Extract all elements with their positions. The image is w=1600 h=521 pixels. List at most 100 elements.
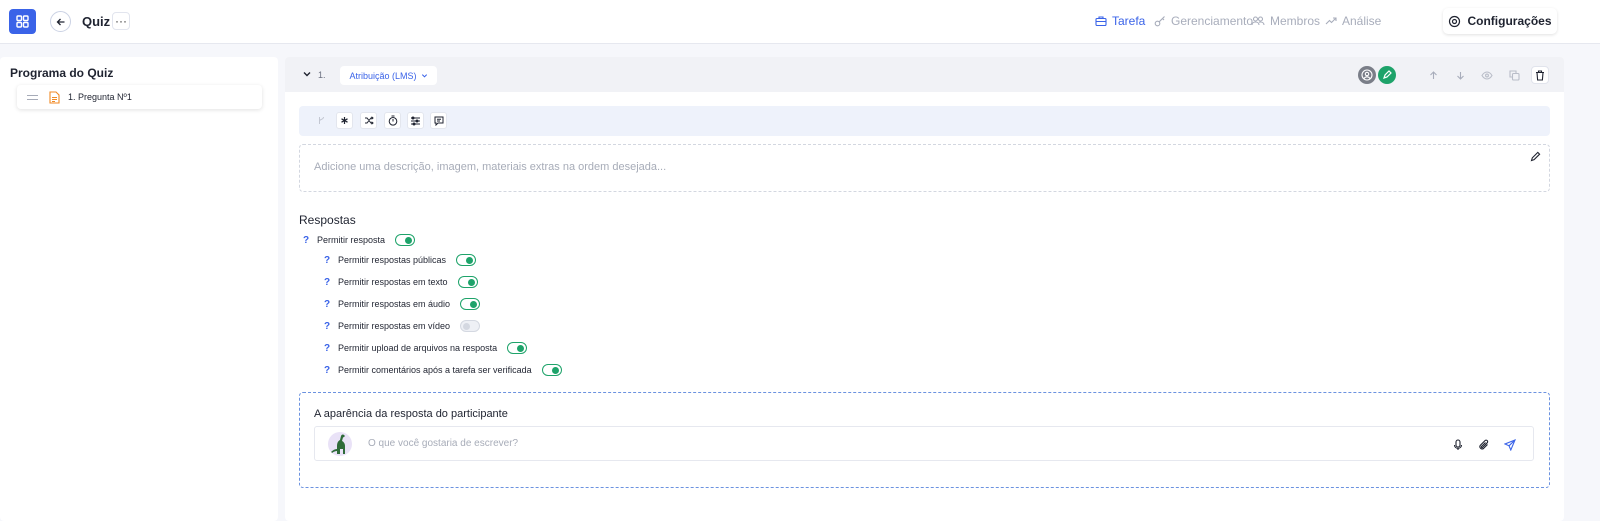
help-icon[interactable]: ? (324, 255, 338, 266)
preview-button[interactable] (1478, 66, 1496, 84)
microphone-icon[interactable] (1452, 439, 1464, 451)
user-circle-icon (1361, 69, 1373, 81)
comment-button[interactable] (430, 112, 447, 129)
file-upload-toggle[interactable] (507, 342, 528, 354)
help-icon[interactable]: ? (324, 277, 338, 288)
eye-icon (1481, 70, 1493, 80)
branch-button[interactable] (313, 112, 330, 129)
option-label: Permitir comentários após a tarefa ser v… (338, 365, 532, 375)
tab-analise-label: Análise (1342, 14, 1382, 28)
move-down-button[interactable] (1451, 66, 1469, 84)
tab-membros[interactable]: Membros (1251, 14, 1320, 28)
settings-button[interactable]: Configurações (1443, 8, 1557, 34)
preview-title: A aparência da resposta do participante (314, 408, 508, 420)
copy-icon (1508, 69, 1520, 81)
delete-button[interactable] (1531, 66, 1549, 84)
tab-gerenciamento-label: Gerenciamento (1171, 14, 1254, 28)
sidebar-title: Programa do Quiz (10, 66, 114, 80)
tab-tarefa[interactable]: Tarefa (1095, 14, 1145, 28)
pencil-icon (1383, 70, 1392, 79)
option-comments-after-check: ? Permitir comentários após a tarefa ser… (324, 363, 562, 377)
apps-grid-button[interactable] (9, 9, 36, 34)
option-audio-responses: ? Permitir respostas em áudio (324, 297, 481, 311)
users-icon (1251, 16, 1265, 26)
tab-membros-label: Membros (1270, 14, 1321, 28)
arrow-left-icon (56, 18, 64, 25)
move-up-button[interactable] (1424, 66, 1442, 84)
option-public-responses: ? Permitir respostas públicas (324, 253, 477, 267)
question-header: 1. Atribuição (LMS) (285, 57, 1564, 92)
quiz-program-sidebar: Programa do Quiz 1. Pregunta Nº1 (0, 57, 278, 521)
question-type-label: Atribuição (LMS) (349, 70, 417, 81)
timer-button[interactable] (384, 112, 401, 129)
tab-gerenciamento[interactable]: Gerenciamento (1154, 14, 1253, 28)
tab-tarefa-label: Tarefa (1112, 14, 1146, 28)
required-button[interactable] (336, 112, 353, 129)
option-label: Permitir respostas em texto (338, 277, 448, 287)
responses-title: Respostas (299, 213, 356, 227)
dinosaur-icon (331, 434, 345, 454)
description-placeholder: Adicione uma descrição, imagem, materiai… (314, 161, 667, 173)
response-composer[interactable]: O que você gostaria de escrever? (314, 426, 1534, 461)
comment-icon (434, 116, 443, 126)
description-editor[interactable]: Adicione uma descrição, imagem, materiai… (299, 144, 1550, 192)
more-options-button[interactable]: ··· (112, 12, 130, 30)
question-toolbar (299, 106, 1550, 136)
help-icon[interactable]: ? (303, 235, 317, 246)
asterisk-icon (341, 117, 348, 124)
avatar (328, 432, 352, 456)
shuffle-icon (364, 116, 374, 125)
arrow-down-icon (1456, 71, 1464, 80)
chevron-down-icon (421, 74, 427, 78)
arrow-up-icon (1429, 70, 1437, 79)
allow-response-toggle[interactable] (395, 234, 416, 246)
trend-icon (1325, 17, 1337, 25)
audio-responses-toggle[interactable] (460, 298, 481, 310)
trash-icon (1536, 69, 1544, 81)
question-number: 1. (318, 70, 326, 80)
chevron-down-icon[interactable] (302, 69, 312, 79)
settings-label: Configurações (1467, 14, 1552, 28)
question-type-dropdown[interactable]: Atribuição (LMS) (340, 66, 437, 85)
duplicate-button[interactable] (1505, 66, 1523, 84)
option-allow-response: ? Permitir resposta (303, 233, 416, 247)
participant-response-preview: A aparência da resposta do participante … (299, 392, 1550, 488)
help-icon[interactable]: ? (324, 299, 338, 310)
paperclip-icon[interactable] (1478, 439, 1490, 451)
send-icon[interactable] (1504, 439, 1516, 451)
sliders-icon (411, 116, 420, 125)
question-editor: 1. Atribuição (LMS) Adicione uma descriç… (285, 57, 1564, 521)
sidebar-item-label: 1. Pregunta Nº1 (68, 92, 132, 102)
pencil-icon[interactable] (1530, 151, 1541, 162)
option-label: Permitir upload de arquivos na resposta (338, 343, 498, 353)
edit-mode-button[interactable] (1378, 66, 1396, 84)
top-bar: Quiz ··· Tarefa Gerenciamento Membros An… (0, 0, 1600, 44)
video-responses-toggle[interactable] (460, 320, 481, 332)
help-icon[interactable]: ? (324, 321, 338, 332)
back-button[interactable] (50, 11, 71, 32)
briefcase-icon (1095, 16, 1107, 27)
key-icon (1154, 16, 1165, 27)
option-label: Permitir resposta (317, 235, 386, 245)
drag-handle-icon[interactable] (27, 94, 38, 100)
shuffle-button[interactable] (360, 112, 377, 129)
option-file-upload: ? Permitir upload de arquivos na respost… (324, 341, 528, 355)
sliders-button[interactable] (407, 112, 424, 129)
timer-icon (388, 115, 397, 126)
text-responses-toggle[interactable] (457, 276, 478, 288)
tab-analise[interactable]: Análise (1325, 14, 1381, 28)
document-icon (49, 90, 60, 104)
branch-icon (319, 116, 324, 124)
public-responses-toggle[interactable] (456, 254, 477, 266)
composer-placeholder: O que você gostaria de escrever? (368, 438, 519, 449)
option-label: Permitir respostas em áudio (338, 299, 451, 309)
help-icon[interactable]: ? (324, 343, 338, 354)
option-text-responses: ? Permitir respostas em texto (324, 275, 478, 289)
reviewer-avatar[interactable] (1358, 66, 1376, 84)
help-icon[interactable]: ? (324, 365, 338, 376)
comments-toggle[interactable] (541, 364, 562, 376)
more-icon: ··· (115, 14, 127, 28)
sidebar-item-question-1[interactable]: 1. Pregunta Nº1 (17, 85, 262, 109)
page-title: Quiz (82, 14, 111, 29)
grid-icon (16, 15, 29, 28)
